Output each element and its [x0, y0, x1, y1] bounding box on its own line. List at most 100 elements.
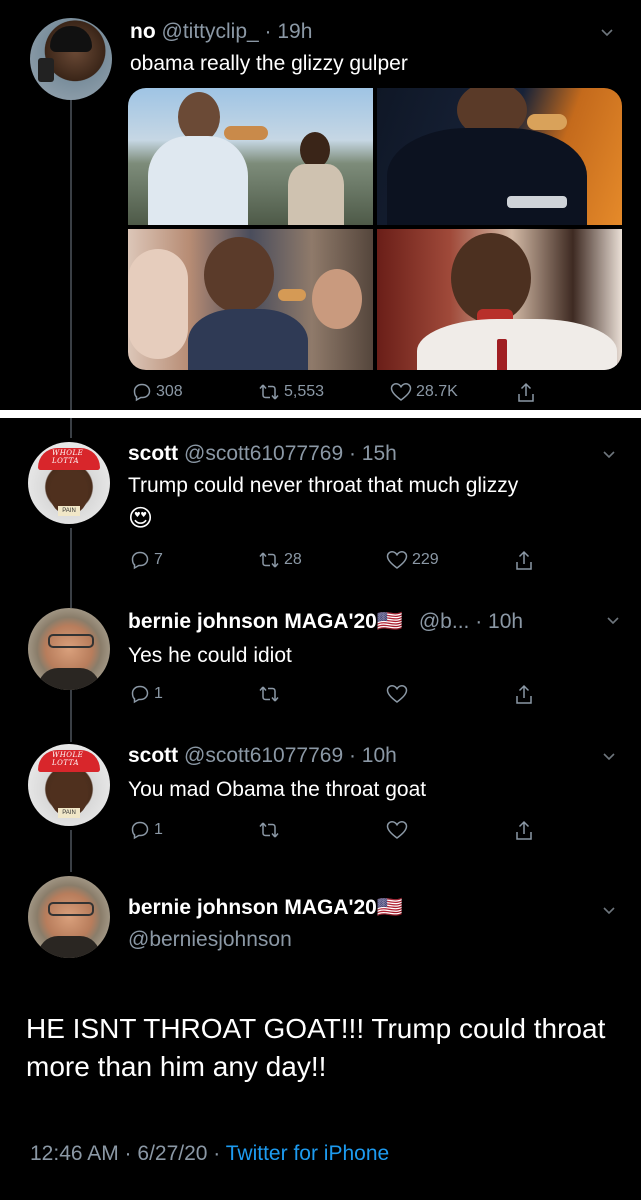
share-icon: [516, 684, 532, 704]
share-icon: [516, 550, 532, 570]
tweet-text: Trump could never throat that much glizz…: [128, 474, 519, 497]
thread-line: [70, 830, 72, 872]
retweet-icon: [259, 552, 279, 568]
reply-icon: [131, 685, 149, 704]
first-screenshot: no @tittyclip_ · 19h obama really the gl…: [0, 0, 641, 410]
user-handle[interactable]: @b...: [419, 610, 470, 633]
like-button[interactable]: [386, 820, 408, 840]
reply-button[interactable]: 1: [130, 684, 163, 704]
avatar[interactable]: WHOLE LOTTA PAIN: [28, 442, 110, 524]
reply-count: 7: [154, 551, 163, 568]
display-name[interactable]: bernie johnson MAGA'20: [128, 896, 377, 919]
timestamp: · 10h: [475, 610, 524, 633]
photo-3[interactable]: [128, 229, 373, 370]
reply-count: 308: [156, 383, 183, 400]
tweet-text: obama really the glizzy gulper: [130, 52, 408, 75]
reply-count: 1: [154, 821, 163, 838]
heart-icon: [386, 551, 408, 569]
reply-button[interactable]: 308: [132, 382, 183, 402]
display-name[interactable]: no: [130, 20, 156, 43]
chevron-down-icon[interactable]: [606, 614, 620, 628]
tweet-meta: 12:46 AM · 6/27/20 · Twitter for iPhone: [30, 1142, 389, 1166]
timestamp: · 19h: [264, 20, 313, 43]
user-handle[interactable]: @tittyclip_: [162, 20, 259, 43]
second-screenshot: WHOLE LOTTA PAIN scott @scott61077769 · …: [0, 418, 641, 1200]
user-handle[interactable]: @scott61077769: [184, 442, 343, 465]
tweet-text: Yes he could idiot: [128, 644, 292, 667]
thread-line: [70, 690, 72, 742]
chevron-down-icon[interactable]: [602, 448, 616, 462]
share-button[interactable]: [514, 684, 534, 706]
focused-tweet-text: HE ISNT THROAT GOAT!!! Trump could throa…: [26, 1013, 606, 1082]
reply-icon: [131, 551, 149, 570]
heart-icon: [386, 821, 408, 839]
retweet-icon: [259, 822, 279, 838]
screenshot-divider: [0, 410, 641, 418]
user-handle[interactable]: @berniesjohnson: [128, 928, 292, 952]
retweet-button[interactable]: 5,553: [258, 382, 324, 402]
tweet-media[interactable]: [128, 88, 622, 370]
tweet-time: 12:46 AM · 6/27/20 ·: [30, 1142, 221, 1165]
tweet-header: scott @scott61077769 · 15h: [128, 442, 397, 466]
avatar[interactable]: [30, 18, 112, 100]
tweet-actions: 1: [130, 820, 610, 844]
share-button[interactable]: [516, 382, 536, 404]
retweet-count: 5,553: [284, 383, 325, 400]
tweet-header: scott @scott61077769 · 10h: [128, 744, 397, 768]
like-count: 28.7K: [416, 383, 458, 400]
reply-button[interactable]: 7: [130, 550, 163, 570]
like-count: 229: [412, 551, 439, 568]
tweet-actions: 7 28 229: [130, 550, 610, 574]
tweet-actions: 1: [130, 684, 610, 708]
avatar-cap-text: WHOLE LOTTA: [52, 449, 84, 465]
avatar-cap-text: WHOLE LOTTA: [52, 751, 84, 767]
retweet-icon: [259, 384, 279, 400]
like-button[interactable]: [386, 684, 408, 704]
share-icon: [516, 820, 532, 840]
like-button[interactable]: 229: [386, 550, 439, 570]
reply-icon: [131, 821, 149, 840]
emoji: 😍: [128, 505, 154, 532]
retweet-button[interactable]: [258, 684, 280, 704]
tweet-source-link[interactable]: Twitter for iPhone: [226, 1142, 389, 1165]
chevron-down-icon[interactable]: [602, 750, 616, 764]
tweet-header: bernie johnson MAGA'20🇺🇸 @b... · 10h: [128, 610, 523, 634]
photo-1[interactable]: [128, 88, 373, 225]
timestamp: · 10h: [348, 744, 397, 767]
chevron-down-icon[interactable]: [600, 26, 614, 40]
avatar[interactable]: WHOLE LOTTA PAIN: [28, 744, 110, 826]
reply-icon: [133, 383, 151, 402]
retweet-button[interactable]: 28: [258, 550, 302, 570]
retweet-count: 28: [284, 551, 302, 568]
heart-icon: [386, 685, 408, 703]
avatar-tag: PAIN: [58, 808, 80, 818]
avatar[interactable]: [28, 608, 110, 690]
avatar-tag: PAIN: [58, 506, 80, 516]
flag-icon: 🇺🇸: [376, 896, 404, 919]
display-name[interactable]: scott: [128, 744, 178, 767]
display-name[interactable]: scott: [128, 442, 178, 465]
chevron-down-icon[interactable]: [602, 904, 616, 918]
timestamp: · 15h: [348, 442, 397, 465]
thread-line: [70, 418, 72, 438]
share-button[interactable]: [514, 550, 534, 572]
retweet-button[interactable]: [258, 820, 280, 840]
thread-line: [70, 528, 72, 608]
user-handle[interactable]: @scott61077769: [184, 744, 343, 767]
reply-button[interactable]: 1: [130, 820, 163, 840]
photo-4[interactable]: [377, 229, 622, 370]
tweet-header: no @tittyclip_ · 19h: [130, 20, 312, 44]
tweet-text: You mad Obama the throat goat: [128, 778, 427, 801]
avatar[interactable]: [28, 876, 110, 958]
photo-2[interactable]: [377, 88, 622, 225]
display-name[interactable]: bernie johnson MAGA'20: [128, 610, 377, 633]
heart-icon: [390, 383, 412, 401]
flag-icon: 🇺🇸: [376, 610, 404, 633]
tweet-actions: 308 5,553 28.7K: [132, 382, 612, 406]
share-button[interactable]: [514, 820, 534, 842]
thread-line: [70, 100, 72, 410]
like-button[interactable]: 28.7K: [390, 382, 458, 402]
retweet-icon: [259, 686, 279, 702]
share-icon: [518, 382, 534, 402]
display-name-row: bernie johnson MAGA'20🇺🇸: [128, 896, 403, 920]
